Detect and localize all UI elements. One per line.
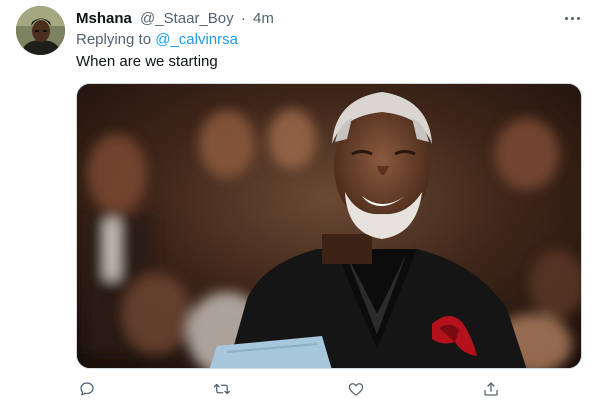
timestamp[interactable]: 4m (253, 10, 274, 27)
more-horizontal-icon (564, 16, 568, 20)
replying-to-mention[interactable]: @_calvinrsa (155, 31, 238, 48)
user-handle[interactable]: @_Staar_Boy (140, 10, 234, 27)
tweet-card[interactable]: Mshana @_Staar_Boy · 4m Replying to @_ca… (0, 0, 598, 411)
share-icon (484, 382, 498, 396)
display-name[interactable]: Mshana (76, 10, 132, 27)
heart-icon (348, 383, 364, 396)
tweet-actions (76, 378, 506, 402)
retweet-icon (213, 383, 231, 395)
media-photo (77, 84, 581, 368)
more-options-button[interactable] (560, 8, 584, 28)
tweet-media[interactable] (76, 83, 582, 369)
separator-dot: · (240, 10, 246, 27)
avatar[interactable] (16, 6, 65, 55)
replying-to-label: Replying to (76, 31, 152, 48)
avatar-image (16, 6, 65, 55)
reply-button[interactable] (76, 378, 98, 400)
tweet-header: Mshana @_Staar_Boy · 4m (76, 9, 274, 29)
tweet-text: When are we starting (76, 53, 218, 70)
replying-to: Replying to @_calvinrsa (76, 30, 238, 50)
like-button[interactable] (345, 378, 367, 400)
retweet-button[interactable] (211, 378, 233, 400)
share-button[interactable] (480, 378, 502, 400)
reply-icon (80, 382, 94, 396)
